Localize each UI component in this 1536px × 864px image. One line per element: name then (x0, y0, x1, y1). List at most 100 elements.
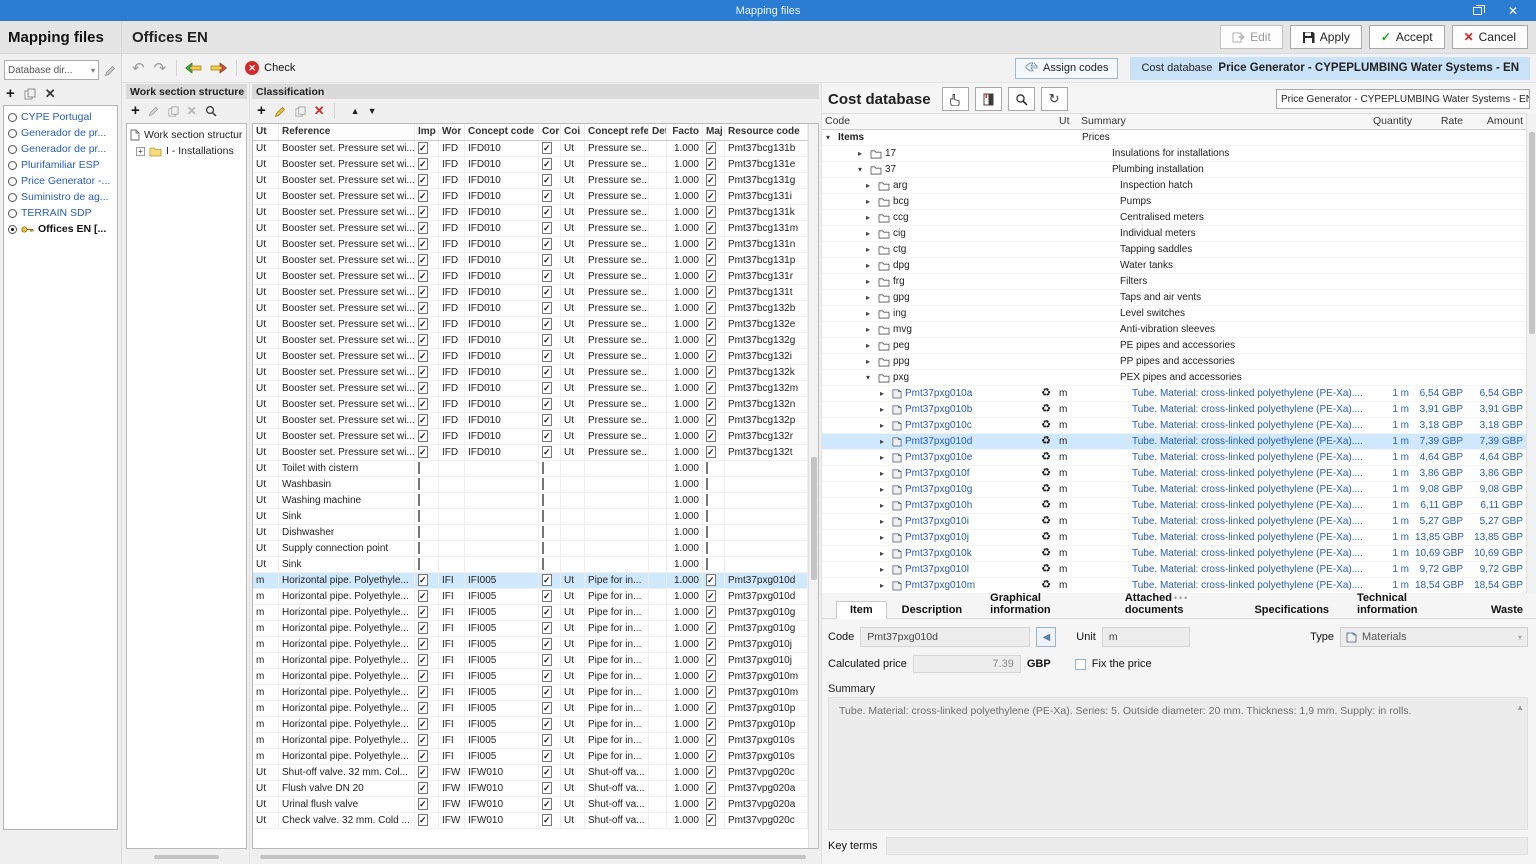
classification-row[interactable]: UtToilet with cistern1.000 (253, 461, 808, 477)
redo-icon[interactable]: ↷ (154, 59, 167, 77)
checkbox[interactable]: ✓ (706, 222, 716, 234)
checkbox[interactable]: ✓ (706, 382, 716, 394)
cost-row[interactable]: ▸pegPE pipes and accessories (822, 338, 1526, 354)
checkbox[interactable]: ✓ (706, 206, 716, 218)
classification-row[interactable]: UtSink1.000 (253, 557, 808, 573)
checkbox[interactable]: ✓ (418, 350, 428, 362)
checkbox[interactable]: ✓ (418, 654, 428, 666)
code-field[interactable]: Pmt37pxg010d (860, 627, 1030, 647)
checkbox[interactable]: ✓ (418, 590, 428, 602)
classification-row[interactable]: UtBooster set. Pressure set wi...✓IFDIFD… (253, 301, 808, 317)
tree-item-installations[interactable]: + I - Installations (130, 143, 246, 159)
checkbox[interactable]: ✓ (418, 814, 428, 826)
expand-icon[interactable]: ▸ (866, 226, 875, 241)
checkbox[interactable]: ✓ (542, 302, 552, 314)
cost-row[interactable]: ▸frgFilters (822, 274, 1526, 290)
cost-row[interactable]: ▾ItemsPrices (822, 130, 1526, 146)
scroll-up-icon[interactable]: ▲ (1516, 701, 1524, 715)
checkbox[interactable]: ✓ (418, 254, 428, 266)
checkbox[interactable]: ✓ (542, 606, 552, 618)
radio-button[interactable] (8, 225, 17, 234)
expand-icon[interactable]: ▸ (880, 530, 889, 545)
expand-icon[interactable]: ▸ (880, 386, 889, 401)
checkbox[interactable]: ✓ (542, 382, 552, 394)
delete-mapping-file-button[interactable]: ✕ (45, 86, 56, 102)
checkbox[interactable]: ✓ (706, 398, 716, 410)
checkbox[interactable]: ✓ (418, 398, 428, 410)
fix-price-checkbox[interactable] (1075, 659, 1086, 670)
classification-row[interactable]: UtFlush valve DN 20✓IFWIFW010✓UtShut-off… (253, 781, 808, 797)
checkbox[interactable] (418, 462, 420, 474)
checkbox[interactable]: ✓ (418, 286, 428, 298)
checkbox[interactable] (542, 494, 544, 506)
expand-icon[interactable]: ▸ (880, 514, 889, 529)
expand-icon[interactable]: ▸ (880, 562, 889, 577)
checkbox[interactable]: ✓ (706, 430, 716, 442)
checkbox[interactable] (418, 526, 420, 538)
checkbox[interactable]: ✓ (542, 366, 552, 378)
classification-row[interactable]: mHorizontal pipe. Polyethyle...✓IFIIFI00… (253, 637, 808, 653)
cost-row[interactable]: ▸Pmt37pxg010l♻mTube. Material: cross-lin… (822, 562, 1526, 578)
expand-icon[interactable]: ▸ (880, 482, 889, 497)
checkbox[interactable]: ✓ (706, 574, 716, 586)
checkbox[interactable] (706, 510, 708, 522)
checkbox[interactable] (542, 510, 544, 522)
restore-window-icon[interactable] (1473, 7, 1482, 15)
checkbox[interactable]: ✓ (418, 718, 428, 730)
classification-row[interactable]: mHorizontal pipe. Polyethyle...✓IFIIFI00… (253, 717, 808, 733)
expand-icon[interactable]: ▸ (880, 546, 889, 561)
checkbox[interactable] (542, 478, 544, 490)
work-section-root[interactable]: Work section structur (130, 127, 246, 143)
delete-work-section-button[interactable]: ✕ (187, 104, 197, 118)
checkbox[interactable]: ✓ (706, 238, 716, 250)
checkbox[interactable]: ✓ (706, 286, 716, 298)
radio-button[interactable] (8, 129, 17, 138)
checkbox[interactable]: ✓ (418, 798, 428, 810)
cost-row[interactable]: ▸ingLevel switches (822, 306, 1526, 322)
checkbox[interactable]: ✓ (418, 382, 428, 394)
checkbox[interactable]: ✓ (418, 206, 428, 218)
summary-text-area[interactable]: Tube. Material: cross-linked polyethylen… (828, 697, 1528, 830)
classification-row[interactable]: mHorizontal pipe. Polyethyle...✓IFIIFI00… (253, 605, 808, 621)
cost-row[interactable]: ▸ppgPP pipes and accessories (822, 354, 1526, 370)
cost-database-select[interactable]: Price Generator - CYPEPLUMBING Water Sys… (1276, 89, 1530, 109)
classification-row[interactable]: UtBooster set. Pressure set wi...✓IFDIFD… (253, 365, 808, 381)
expand-icon[interactable]: ▸ (880, 578, 889, 593)
checkbox[interactable]: ✓ (542, 254, 552, 266)
checkbox[interactable] (418, 542, 420, 554)
mapping-file-item[interactable]: Generador de pr... (4, 125, 117, 141)
mapping-file-item[interactable]: TERRAIN SDP (4, 205, 117, 221)
cost-row[interactable]: ▸Pmt37pxg010d♻mTube. Material: cross-lin… (822, 434, 1526, 450)
classification-row[interactable]: UtSink1.000 (253, 509, 808, 525)
classification-row[interactable]: mHorizontal pipe. Polyethyle...✓IFIIFI00… (253, 685, 808, 701)
classification-row[interactable]: UtBooster set. Pressure set wi...✓IFDIFD… (253, 317, 808, 333)
expand-icon[interactable]: ▸ (866, 258, 875, 273)
expand-icon[interactable]: ▸ (866, 322, 875, 337)
checkbox[interactable]: ✓ (542, 238, 552, 250)
classification-row[interactable]: mHorizontal pipe. Polyethyle...✓IFIIFI00… (253, 589, 808, 605)
tab-waste[interactable]: Waste (1478, 602, 1536, 618)
mapping-file-item[interactable]: Plurifamiliar ESP (4, 157, 117, 173)
checkbox[interactable]: ✓ (418, 734, 428, 746)
classification-row[interactable]: UtBooster set. Pressure set wi...✓IFDIFD… (253, 429, 808, 445)
move-up-icon[interactable]: ▲ (351, 106, 360, 116)
checkbox[interactable]: ✓ (706, 158, 716, 170)
checkbox[interactable]: ✓ (418, 750, 428, 762)
checkbox[interactable]: ✓ (418, 302, 428, 314)
tab-specifications[interactable]: Specifications (1241, 602, 1342, 618)
checkbox[interactable]: ✓ (542, 718, 552, 730)
checkbox[interactable]: ✓ (542, 670, 552, 682)
copy-classification-button[interactable] (295, 106, 306, 117)
classification-row[interactable]: UtBooster set. Pressure set wi...✓IFDIFD… (253, 237, 808, 253)
checkbox[interactable]: ✓ (418, 638, 428, 650)
cost-row[interactable]: ▸Pmt37pxg010e♻mTube. Material: cross-lin… (822, 450, 1526, 466)
checkbox[interactable] (706, 542, 708, 554)
tab-attached-documents[interactable]: Attached documents (1112, 590, 1240, 618)
cost-row[interactable]: ▾pxgPEX pipes and accessories (822, 370, 1526, 386)
checkbox[interactable] (706, 558, 708, 570)
refresh-button[interactable]: ↻ (1041, 87, 1068, 111)
checkbox[interactable]: ✓ (542, 350, 552, 362)
expand-icon[interactable]: ▸ (866, 242, 875, 257)
checkbox[interactable]: ✓ (706, 670, 716, 682)
checkbox[interactable] (542, 462, 544, 474)
